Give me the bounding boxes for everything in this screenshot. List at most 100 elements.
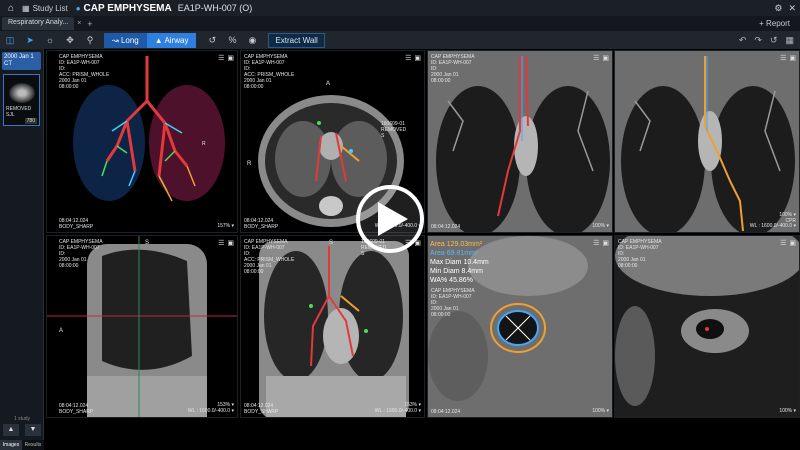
window-level[interactable]: WL : 1600.0/-400.0 ▾ [188, 408, 234, 414]
long-button[interactable]: ↝ Long [104, 32, 147, 48]
series-date-selector[interactable]: 2000 Jan 1 CT [2, 52, 41, 70]
airway-button[interactable]: ▲ Airway [146, 32, 197, 48]
measure-icon[interactable]: ↺ [202, 35, 222, 46]
cpr-image-right [615, 51, 799, 232]
orientation-label: R [202, 141, 206, 147]
undo-icon[interactable]: ↶ [739, 35, 747, 46]
zoom-icon[interactable]: ⚲ [80, 35, 100, 46]
airway-measurements: Area 129.03mm² Area 69.81mm² Max Diam 10… [430, 240, 489, 285]
viewport-3d-airway[interactable]: CAP EMPHYSEMA ID: EA1P-WH-007 ID: ACC: P… [46, 50, 238, 233]
camera-icon[interactable]: ▣ [789, 239, 796, 247]
viewport-info-right: 160609-01 REMOVED S [381, 121, 407, 139]
study-list-icon[interactable]: ▦ [22, 4, 30, 13]
orientation-a: A [59, 328, 64, 334]
reset-icon[interactable]: ↺ [770, 35, 778, 46]
zoom-level[interactable]: 157% ▾ [217, 223, 234, 229]
wall-area-percent: WA% 45.86% [430, 277, 473, 284]
window-level[interactable]: WL : 1600.0/-400.0 ▾ [375, 408, 421, 414]
report-button[interactable]: + Report [759, 19, 800, 28]
pointer-icon[interactable]: ➤ [20, 35, 40, 46]
grid-icon[interactable]: ▦ [785, 35, 794, 46]
series-thumbnail[interactable]: REMOVED SJL 780 [3, 74, 40, 126]
redo-icon[interactable]: ↷ [754, 35, 762, 46]
tab-respiratory-analysis[interactable]: Respiratory Analy... [2, 17, 75, 30]
viewport-cross-section[interactable]: Area 129.03mm² Area 69.81mm² Max Diam 10… [427, 235, 613, 418]
series-nav: ▲ ▼ [0, 424, 44, 436]
play-icon [378, 202, 408, 236]
viewport-cpr-left[interactable]: CAP EMPHYSEMA ID: EA1P-WH-007 ID: 2000 J… [427, 50, 613, 233]
stack-icon[interactable]: ☰ [218, 54, 224, 62]
viewport-footer: 08:04:12.024 BODY_SHARP [244, 218, 279, 230]
outer-area: Area 129.03mm² [430, 241, 483, 248]
eye-icon[interactable]: ◉ [242, 35, 262, 46]
add-tab-button[interactable]: + [87, 19, 92, 29]
pan-icon[interactable]: ✥ [60, 35, 80, 46]
close-icon[interactable]: ✕ [788, 3, 796, 14]
stack-icon[interactable]: ☰ [780, 54, 786, 62]
patient-name: CAP EMPHYSEMA [83, 2, 172, 14]
camera-icon[interactable]: ▣ [227, 239, 234, 247]
viewport-tools: ☰ ▣ [405, 54, 421, 62]
extract-wall-button[interactable]: Extract Wall [268, 32, 325, 48]
sidebar-tabs: Images Results [0, 440, 44, 450]
window-level[interactable]: WL : 1600.0/-400.0 ▾ [750, 223, 796, 229]
user-icon: ● [75, 3, 81, 13]
long-icon: ↝ [112, 35, 121, 45]
viewport-info: CAP EMPHYSEMA ID: EA1P-WH-007 ID: ACC: P… [59, 54, 110, 90]
thumbnail-count: 780 [24, 118, 37, 124]
tab-images[interactable]: Images [0, 440, 22, 450]
viewport-tools: ☰ ▣ [780, 54, 796, 62]
arrow-down-icon[interactable]: ▼ [25, 424, 41, 436]
max-diameter: Max Diam 10.4mm [430, 259, 489, 266]
tab-bar: Respiratory Analy... × + + Report [0, 16, 800, 31]
orientation-a: A [326, 81, 331, 87]
series-sidebar: 2000 Jan 1 CT REMOVED SJL 780 1 study ▲ … [0, 49, 44, 450]
camera-icon[interactable]: ▣ [602, 239, 609, 247]
viewport-footer: 08:04:12.024 BODY_SHARP [244, 403, 279, 415]
camera-icon[interactable]: ▣ [789, 54, 796, 62]
camera-icon[interactable]: ▣ [227, 54, 234, 62]
viewport-footer: 08:04:12.024 BODY_SHARP [59, 403, 94, 415]
orientation-r: R [247, 161, 252, 167]
viewport-coronal[interactable]: CAP EMPHYSEMA ID: EA1P-WH-007 ID: ACC: P… [240, 235, 425, 418]
stack-icon[interactable]: ☰ [218, 239, 224, 247]
zoom-level[interactable]: 100% ▾ [779, 408, 796, 414]
window-level-icon[interactable]: ☼ [40, 35, 60, 45]
study-list-link[interactable]: Study List [33, 4, 68, 13]
camera-icon[interactable]: ▣ [602, 54, 609, 62]
settings-icon[interactable]: ⚙ [774, 3, 782, 14]
viewport-info: CAP EMPHYSEMA ID: EA1P-WH-007 ID: 2000 J… [431, 288, 475, 318]
viewport-footer: 08:04:12.024 [431, 409, 461, 415]
viewport-info: CAP EMPHYSEMA ID: EA1P-WH-007 ID: 2000 J… [431, 54, 475, 84]
viewport-footer: 08:04:12.024 [431, 224, 461, 230]
title-bar: ⌂ ▦ Study List ● CAP EMPHYSEMA EA1P-WH-0… [0, 0, 800, 16]
tab-close-icon[interactable]: × [77, 20, 81, 27]
viewport-cpr-right[interactable]: ☰ ▣ 100% ▾ CPR WL : 1600.0/-400.0 ▾ [614, 50, 800, 233]
stack-icon[interactable]: ☰ [593, 54, 599, 62]
viewport-cross-section-2[interactable]: CAP EMPHYSEMA ID: EA1P-WH-007 ID: 2000 J… [614, 235, 800, 418]
view-mode-toggle: ↝ Long ▲ Airway [104, 32, 197, 48]
zoom-level[interactable]: 100% ▾ [592, 223, 609, 229]
viewport-info: CAP EMPHYSEMA ID: EA1P-WH-007 ID: ACC: P… [244, 54, 295, 90]
viewport-tools: ☰ ▣ [593, 54, 609, 62]
tab-results[interactable]: Results [22, 440, 44, 450]
viewport-sagittal[interactable]: CAP EMPHYSEMA ID: EA1P-WH-007 ID: 2000 J… [46, 235, 238, 418]
sidebar-footer: 1 study ▲ ▼ Images Results [0, 416, 44, 450]
home-icon[interactable]: ⌂ [0, 3, 22, 14]
stack-icon[interactable]: ☰ [405, 54, 411, 62]
arrow-up-icon[interactable]: ▲ [3, 424, 19, 436]
camera-icon[interactable]: ▣ [414, 54, 421, 62]
stack-icon[interactable]: ☰ [780, 239, 786, 247]
percent-icon[interactable]: % [222, 35, 242, 45]
zoom-level[interactable]: 100% ▾ [592, 408, 609, 414]
layout-icon[interactable]: ◫ [0, 35, 20, 46]
orientation-s: S [145, 240, 150, 246]
video-play-button[interactable] [356, 185, 424, 253]
viewport-info: CAP EMPHYSEMA ID: EA1P-WH-007 ID: 2000 J… [59, 239, 103, 269]
viewport-info: CAP EMPHYSEMA ID: EA1P-WH-007 ID: ACC: P… [244, 239, 295, 275]
stack-icon[interactable]: ☰ [593, 239, 599, 247]
orientation-s: S [329, 240, 334, 246]
study-count: 1 study [13, 416, 31, 422]
thumbnail-image [9, 83, 35, 103]
viewport-tools: ☰ ▣ [593, 239, 609, 247]
